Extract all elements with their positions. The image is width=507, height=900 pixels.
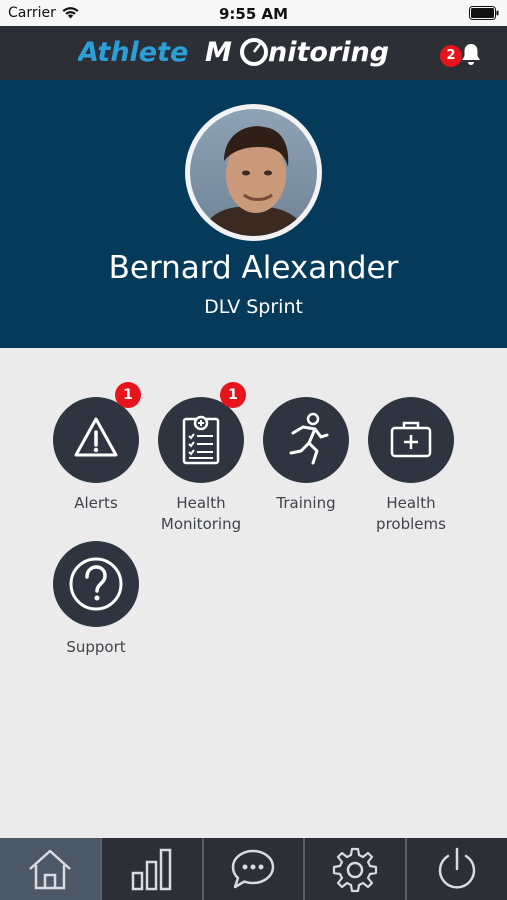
- app-header: Athlete M nitoring 2: [0, 26, 507, 80]
- question-icon: [69, 557, 123, 611]
- health-monitoring-badge: 1: [220, 382, 246, 408]
- training-button[interactable]: [263, 397, 349, 483]
- notifications-badge: 2: [440, 45, 462, 67]
- svg-text:M: M: [205, 37, 232, 68]
- warning-icon: [74, 417, 118, 457]
- home-icon: [29, 849, 71, 890]
- alerts-badge: 1: [115, 382, 141, 408]
- health-problems-label: Health problems: [376, 494, 446, 533]
- chat-icon: [232, 849, 275, 889]
- athlete-monitoring-logo: Athlete M nitoring: [78, 37, 389, 68]
- status-time: 9:55 AM: [218, 5, 289, 23]
- health-monitoring-button[interactable]: 1: [158, 382, 246, 483]
- nav-settings[interactable]: [303, 838, 405, 900]
- nav-statistics[interactable]: [99, 838, 202, 900]
- avatar: [185, 104, 322, 241]
- profile-team: DLV Sprint: [204, 296, 303, 318]
- alerts-button[interactable]: 1: [53, 382, 141, 483]
- profile-section: Bernard Alexander DLV Sprint: [0, 80, 507, 348]
- nav-home[interactable]: [0, 838, 100, 900]
- svg-text:nitoring: nitoring: [268, 37, 389, 68]
- menu-tile-alerts[interactable]: 1 Alerts: [41, 382, 151, 514]
- power-icon: [438, 847, 476, 889]
- menu-tile-training[interactable]: Training: [251, 397, 361, 514]
- bottom-nav: [0, 838, 507, 900]
- bar-chart-icon: [131, 848, 171, 891]
- svg-text:Athlete: Athlete: [78, 37, 188, 68]
- support-button[interactable]: [53, 541, 139, 627]
- health-problems-button[interactable]: [368, 397, 454, 483]
- nav-messages[interactable]: [201, 838, 304, 900]
- health-monitoring-label: Health Monitoring: [160, 494, 242, 533]
- profile-name: Bernard Alexander: [108, 250, 399, 286]
- menu-tile-health-monitoring[interactable]: 1 Health Monitoring: [146, 382, 256, 535]
- clipboard-checklist-icon: [182, 415, 220, 465]
- runner-icon: [289, 412, 329, 465]
- gear-icon: [333, 847, 378, 893]
- menu-tile-support[interactable]: Support: [41, 541, 151, 658]
- support-label: Support: [66, 638, 126, 656]
- medical-kit-icon: [390, 421, 432, 458]
- avatar-photo: [190, 109, 317, 236]
- training-label: Training: [276, 494, 336, 512]
- nav-logout[interactable]: [405, 838, 507, 900]
- status-bar: Carrier 9:55 AM: [0, 0, 507, 26]
- battery-icon: [469, 6, 499, 20]
- alerts-label: Alerts: [74, 494, 118, 512]
- menu-tile-health-problems[interactable]: Health problems: [356, 397, 466, 535]
